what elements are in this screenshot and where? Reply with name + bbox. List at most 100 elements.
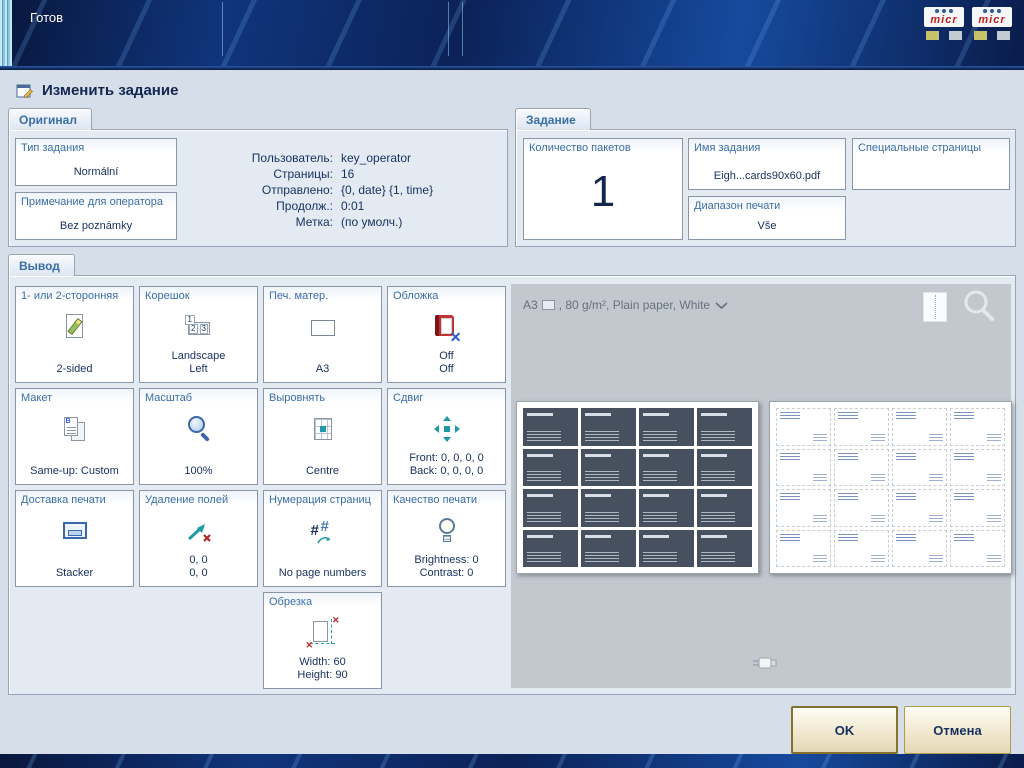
preview-card	[892, 408, 947, 446]
preview-card	[639, 408, 694, 446]
delivery-tile[interactable]: Доставка печатиStacker	[15, 490, 134, 587]
preview-card	[523, 408, 578, 446]
output-tiles-grid: 1- или 2-сторонняя2-sidedКорешок231Lands…	[15, 286, 506, 689]
output-group-tab: Вывод	[8, 254, 75, 276]
media-description-label: , 80 g/m², Plain paper, White	[559, 298, 710, 312]
cancel-button[interactable]: Отмена	[904, 706, 1011, 754]
print-range-tile[interactable]: Диапазон печати Vše	[688, 196, 846, 240]
printer-status: Готов	[30, 10, 63, 25]
bottom-bar	[0, 754, 1024, 768]
preview-area: A3 , 80 g/m², Plain paper, White	[511, 284, 1011, 688]
job-name-value: Eigh...cards90x60.pdf	[691, 170, 843, 183]
preview-card	[697, 530, 752, 568]
shift-icon	[388, 411, 505, 447]
media-tile[interactable]: Печ. матер.A3	[263, 286, 382, 383]
preview-card	[581, 489, 636, 527]
connector-icon	[751, 656, 777, 674]
margin-strip-icon	[140, 513, 257, 549]
job-name-tile[interactable]: Имя задания Eigh...cards90x60.pdf	[688, 138, 846, 190]
copies-count: 1	[524, 167, 682, 217]
align-tile[interactable]: ВыровнятьCentre	[263, 388, 382, 485]
preview-card	[697, 408, 752, 446]
preview-card	[639, 530, 694, 568]
quality-icon	[388, 513, 505, 549]
preview-card	[523, 530, 578, 568]
original-group-tab: Оригинал	[8, 108, 92, 130]
binding-tile[interactable]: Корешок231LandscapeLeft	[139, 286, 258, 383]
preview-card	[834, 530, 889, 568]
info-row: Метка:(по умолч.)	[159, 214, 433, 230]
preview-card	[776, 408, 831, 446]
original-panel: Тип задания Normální Примечание для опер…	[8, 129, 508, 247]
dialog-title: Изменить задание	[42, 82, 178, 99]
preview-card	[581, 530, 636, 568]
top-status-bar: Готов micr micr	[0, 0, 1024, 70]
print-quality-tile[interactable]: Качество печатиBrightness: 0Contrast: 0	[387, 490, 506, 587]
preview-media-summary: A3 , 80 g/m², Plain paper, White	[523, 298, 729, 312]
preview-page-front	[516, 401, 759, 574]
trim-tile[interactable]: Обрезка✕✕Width: 60Height: 90	[263, 592, 382, 689]
preview-card	[639, 489, 694, 527]
scale-tile[interactable]: Масштаб100%	[139, 388, 258, 485]
info-row: Отправлено:{0, date} {1, time}	[159, 182, 433, 198]
preview-card	[697, 449, 752, 487]
preview-card	[834, 408, 889, 446]
copies-tile[interactable]: Количество пакетов 1	[523, 138, 683, 240]
preview-card	[834, 449, 889, 487]
preview-card	[892, 449, 947, 487]
job-type-tile[interactable]: Тип задания Normální	[15, 138, 177, 186]
screen: Готов micr micr Изменить задание Оригина…	[0, 0, 1024, 768]
info-row: Пользователь:key_operator	[159, 150, 433, 166]
page-numbers-icon: ##	[264, 513, 381, 549]
media-orientation-icon	[542, 300, 555, 310]
preview-card	[581, 449, 636, 487]
stacker-icon	[16, 513, 133, 549]
preview-page-back	[769, 401, 1012, 574]
margin-removal-tile[interactable]: Удаление полей0, 00, 0	[139, 490, 258, 587]
statusbar-divider	[462, 2, 463, 56]
edit-job-icon	[16, 83, 34, 99]
info-row: Продолж.:0:01	[159, 198, 433, 214]
trim-view-toggle-icon[interactable]	[923, 292, 947, 322]
operator-note-tile[interactable]: Примечание для оператора Bez poznámky	[15, 192, 177, 240]
info-row: Страницы:16	[159, 166, 433, 182]
shift-tile[interactable]: СдвигFront: 0, 0, 0, 0Back: 0, 0, 0, 0	[387, 388, 506, 485]
binding-icon: 231	[140, 309, 257, 345]
micr-logo: micr	[924, 7, 964, 40]
trim-icon: ✕✕	[264, 615, 381, 651]
output-panel: 1- или 2-сторонняя2-sidedКорешок231Lands…	[8, 275, 1016, 695]
job-info-list: Пользователь:key_operatorСтраницы:16Отпр…	[159, 150, 433, 230]
preview-card	[523, 489, 578, 527]
statusbar-divider	[222, 2, 223, 56]
job-panel: Количество пакетов 1 Имя задания Eigh...…	[515, 129, 1016, 247]
duplex-icon	[16, 309, 133, 345]
preview-card	[892, 489, 947, 527]
preview-card	[776, 489, 831, 527]
scale-icon	[140, 411, 257, 447]
preview-card	[950, 449, 1005, 487]
media-icon	[264, 309, 381, 345]
media-size-label: A3	[523, 298, 538, 312]
cover-tile[interactable]: Обложка✕OffOff	[387, 286, 506, 383]
preview-card	[776, 530, 831, 568]
align-icon	[264, 411, 381, 447]
special-pages-tile[interactable]: Специальные страницы	[852, 138, 1010, 190]
edge-decoration	[0, 0, 12, 70]
preview-card	[523, 449, 578, 487]
brand-logos: micr micr	[924, 7, 1012, 40]
preview-card	[950, 408, 1005, 446]
page-numbering-tile[interactable]: Нумерация страниц##No page numbers	[263, 490, 382, 587]
sides-tile[interactable]: 1- или 2-сторонняя2-sided	[15, 286, 134, 383]
job-group-tab: Задание	[515, 108, 591, 130]
preview-card	[950, 530, 1005, 568]
zoom-preview-icon[interactable]	[959, 286, 999, 326]
layout-tile[interactable]: МакетSame-up: Custom	[15, 388, 134, 485]
chevron-down-icon[interactable]	[714, 301, 729, 310]
cover-icon: ✕	[388, 309, 505, 345]
layout-icon	[16, 411, 133, 447]
statusbar-divider	[448, 2, 449, 56]
ok-button[interactable]: OK	[791, 706, 898, 754]
preview-card	[581, 408, 636, 446]
micr-logo: micr	[972, 7, 1012, 40]
preview-card	[776, 449, 831, 487]
